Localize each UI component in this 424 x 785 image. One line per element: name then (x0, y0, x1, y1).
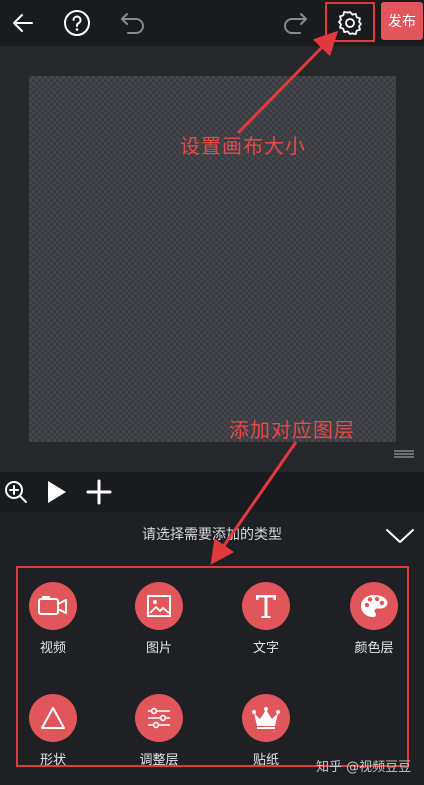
palette-icon (350, 582, 398, 630)
layer-type-shape[interactable]: 形状 (13, 694, 93, 780)
plus-icon[interactable] (85, 478, 113, 506)
back-arrow-icon[interactable] (4, 4, 42, 42)
publish-button[interactable]: 发布 (381, 2, 423, 40)
crown-icon (242, 694, 290, 742)
zoom-in-icon[interactable] (2, 478, 30, 506)
sliders-icon (135, 694, 183, 742)
layer-callout-text: 添加对应图层 (229, 418, 355, 442)
add-type-prompt: 请选择需要添加的类型 (142, 527, 282, 543)
layer-type-color[interactable]: 颜色层 (334, 582, 414, 668)
undo-icon[interactable] (114, 4, 152, 42)
play-icon[interactable] (42, 478, 70, 506)
playback-controls (0, 472, 424, 512)
chevron-down-icon[interactable] (384, 526, 416, 546)
layer-type-video[interactable]: 视频 (13, 582, 93, 668)
settings-highlight-box (325, 2, 375, 42)
image-icon (135, 582, 183, 630)
layer-type-panel: 视频 图片 文字 颜色层 形状 调整层 贴纸 (13, 566, 409, 768)
layer-type-text[interactable]: 文字 (226, 582, 306, 668)
triangle-icon (29, 694, 77, 742)
layer-type-image[interactable]: 图片 (119, 582, 199, 668)
text-icon (242, 582, 290, 630)
layer-type-adjustment[interactable]: 调整层 (119, 694, 199, 780)
add-type-header: 请选择需要添加的类型 (0, 512, 424, 558)
video-camera-icon (29, 582, 77, 630)
canvas-workspace (0, 46, 424, 472)
redo-icon[interactable] (276, 4, 314, 42)
layer-type-sticker[interactable]: 贴纸 (226, 694, 306, 780)
help-icon[interactable] (58, 4, 96, 42)
resize-handle-icon[interactable] (393, 444, 415, 458)
settings-callout-text: 设置画布大小 (180, 134, 306, 158)
watermark-text: 知乎 @视频豆豆 (316, 760, 412, 775)
